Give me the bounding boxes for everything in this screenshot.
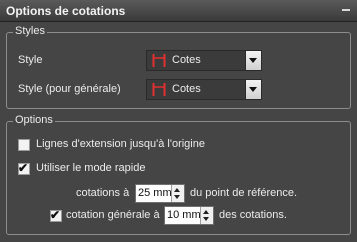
style-select[interactable]: Cotes — [146, 50, 262, 71]
panel-title: Options de cotations — [6, 4, 126, 18]
panel-titlebar[interactable]: Options de cotations — [0, 0, 357, 22]
cotations-prefix-label: cotations à — [76, 187, 130, 199]
cotations-distance-value[interactable]: 25 mm — [138, 187, 172, 199]
extension-lines-checkbox[interactable] — [18, 139, 30, 151]
general-cotation-distance-stepper[interactable]: 10 mm — [164, 206, 214, 225]
styles-group: Styles Style Cotes Style (pour générale)… — [6, 25, 351, 109]
styles-group-legend: Styles — [13, 25, 47, 37]
options-group: Options Lignes d'extension jusqu'à l'ori… — [6, 114, 351, 235]
general-cotation-suffix-label: des cotations. — [219, 209, 287, 221]
general-style-label: Style (pour générale) — [18, 83, 121, 95]
arrow-up-icon[interactable] — [174, 188, 180, 192]
extension-lines-label[interactable]: Lignes d'extension jusqu'à l'origine — [36, 138, 205, 150]
arrow-down-icon[interactable] — [174, 195, 180, 199]
dimension-style-icon — [152, 83, 166, 96]
options-group-legend: Options — [13, 114, 55, 126]
arrow-up-icon[interactable] — [203, 210, 209, 214]
checkmark-icon: ✔ — [50, 208, 61, 222]
dimension-options-panel: Options de cotations Styles Style Cotes … — [0, 0, 357, 242]
chevron-down-icon[interactable] — [245, 51, 261, 70]
checkmark-icon: ✔ — [18, 161, 29, 175]
general-style-select-value: Cotes — [172, 83, 201, 95]
minus-icon[interactable] — [341, 5, 351, 15]
quick-mode-label[interactable]: Utiliser le mode rapide — [36, 162, 145, 174]
general-cotation-distance-value[interactable]: 10 mm — [167, 209, 201, 221]
dimension-style-icon — [152, 54, 166, 67]
general-cotation-prefix-label[interactable]: cotation générale à — [66, 209, 160, 221]
cotations-suffix-label: du point de référence. — [190, 187, 298, 199]
general-style-select[interactable]: Cotes — [146, 79, 262, 100]
style-select-value: Cotes — [172, 54, 201, 66]
quick-mode-checkbox[interactable]: ✔ — [18, 161, 30, 175]
arrow-down-icon[interactable] — [203, 217, 209, 221]
general-cotation-checkbox[interactable]: ✔ — [50, 208, 62, 222]
chevron-down-icon[interactable] — [245, 80, 261, 99]
style-label: Style — [18, 54, 43, 66]
cotations-distance-stepper[interactable]: 25 mm — [135, 184, 185, 203]
